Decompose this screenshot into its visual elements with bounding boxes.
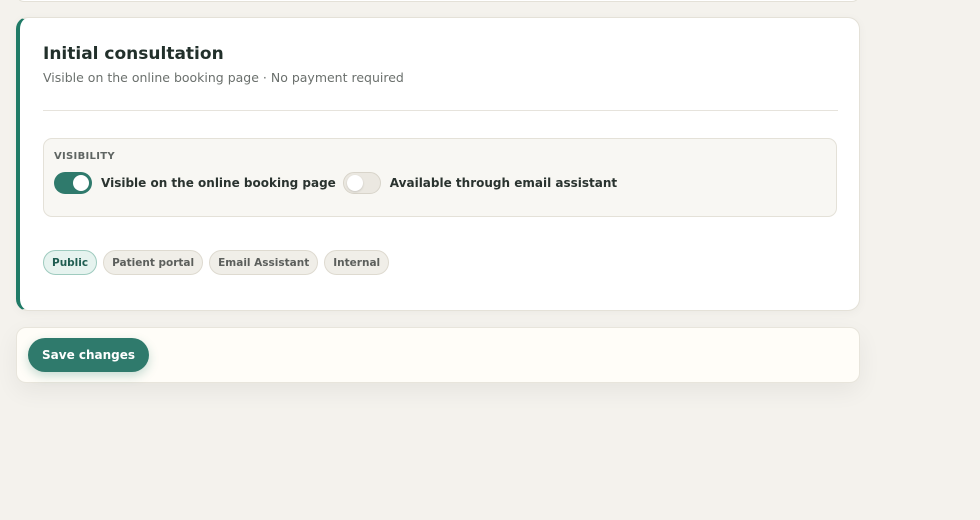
tag-email-assistant[interactable]: Email Assistant (209, 250, 319, 275)
booking-page-toggle-label[interactable]: Visible on the online booking page (101, 176, 336, 190)
tag-patient-portal[interactable]: Patient portal (103, 250, 204, 275)
toggle-knob (73, 175, 89, 191)
visibility-panel: VISIBILITY Visible on the online booking… (43, 138, 837, 217)
booking-page-toggle[interactable] (54, 172, 92, 194)
tag-internal[interactable]: Internal (324, 250, 390, 275)
visibility-label: VISIBILITY (54, 151, 115, 162)
service-card: Initial consultation Visible on the onli… (16, 17, 860, 311)
toggle-knob (346, 175, 363, 191)
email-assistant-toggle-label[interactable]: Available through email assistant (390, 176, 617, 190)
previous-card-edge (16, 0, 860, 2)
channel-tags: Public Patient portal Email Assistant In… (43, 250, 390, 275)
email-assistant-toggle[interactable] (342, 172, 381, 194)
divider (43, 110, 838, 111)
tag-public[interactable]: Public (43, 250, 98, 275)
service-subtitle: Visible on the online booking page · No … (43, 70, 404, 85)
service-title: Initial consultation (43, 44, 224, 64)
save-bar: Save changes (16, 327, 860, 383)
save-button[interactable]: Save changes (28, 338, 150, 372)
visibility-toggles: Visible on the online booking page Avail… (54, 172, 624, 194)
